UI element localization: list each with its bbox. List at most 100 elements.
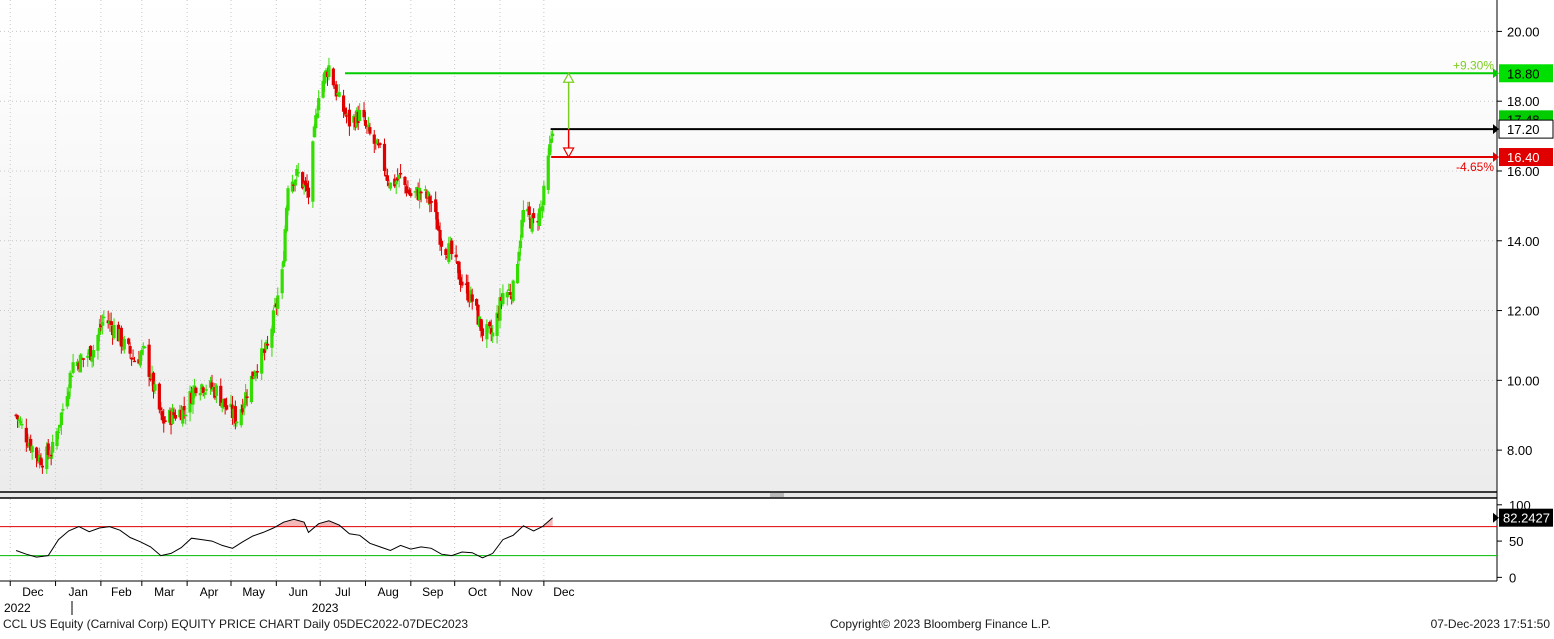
candle-body [40,465,44,468]
percent-label: -4.65% [1456,160,1494,174]
x-tick-label: May [242,585,265,599]
candle [271,307,275,337]
chart-canvas: 8.0010.0012.0014.0016.0018.0020.0017.481… [0,0,1554,615]
rsi-value-label: 82.2427 [1503,511,1550,526]
candle-body [480,328,485,336]
candle-body [122,339,126,350]
candle-body [398,172,403,175]
candle-body [491,332,495,337]
candle-body [214,385,218,396]
candle-body [388,182,392,189]
candle-body [542,185,546,206]
candle-body [521,209,525,223]
candle-body [358,109,362,121]
x-tick-label: Feb [111,585,132,599]
x-tick-label: Jan [69,585,88,599]
candle-body [249,375,254,403]
level-tag-label: 18.80 [1507,66,1540,81]
x-tick-label: Oct [468,585,487,599]
candle-body [551,133,555,137]
x-tick-label: Apr [200,585,219,599]
candle-body [51,441,55,453]
candle-body [409,193,413,196]
candle-body [70,375,74,378]
candle-body [505,291,509,298]
candle-body [317,98,321,111]
copyright-notice: Copyright© 2023 Bloomberg Finance L.P. [830,617,1051,631]
candle-body [153,384,157,391]
candle-body [296,171,300,174]
candle-body [532,213,536,219]
candle-body [204,389,208,391]
rsi-tick-label: 0 [1509,570,1516,585]
level-tag-label: 16.40 [1507,150,1540,165]
y-tick-label: 20.00 [1507,24,1540,39]
candle-body [20,423,24,426]
candle-body [501,293,505,305]
y-tick-label: 16.00 [1507,164,1540,179]
x-tick-label: Aug [377,585,398,599]
candle-body [439,240,444,247]
x-tick-label: Jul [335,585,350,599]
candle-body [159,407,163,411]
candle-body [306,187,311,198]
x-tick-label: Dec [22,585,43,599]
candle [249,375,254,404]
candle-body [450,240,454,255]
candle-body [235,421,239,424]
candle-body [368,127,372,134]
candle-body [265,343,270,346]
candle-body [382,143,387,172]
candle-body [255,371,259,373]
candle-body [276,295,280,309]
candle-body [132,360,137,363]
candle-body [147,344,151,377]
candle-body [163,420,167,422]
x-tick-label: Nov [511,585,532,599]
candle-body [225,405,229,410]
candle-body [59,412,64,426]
candle-body [337,92,341,97]
candle-body [56,431,61,434]
x-tick-label: Sep [422,585,444,599]
candle-body [511,280,515,302]
x-tick-label: Jun [289,585,308,599]
candle [311,140,315,208]
candle-body [527,206,531,216]
candle-body [419,191,423,194]
candle-body [347,109,352,127]
candle-body [470,294,474,302]
level-tag-label: 17.20 [1507,122,1540,137]
candle-body [71,362,75,373]
candle-body [286,188,290,211]
candle-body [61,409,65,411]
year-label: 2023 [312,601,339,615]
chart-description: CCL US Equity (Carnival Corp) EQUITY PRI… [3,617,469,631]
candle-body [112,324,116,339]
candle-body [143,346,147,349]
y-tick-label: 14.00 [1507,234,1540,249]
year-label: 2022 [4,601,31,615]
candle-body [403,176,407,186]
candle-body [198,393,202,396]
y-tick-label: 12.00 [1507,304,1540,319]
candle-body [128,346,132,354]
candle-body [518,240,523,248]
candle [511,279,515,303]
percent-label: +9.30% [1453,58,1494,72]
candle-body [394,181,398,185]
equity-price-chart: 8.0010.0012.0014.0016.0018.0020.0017.481… [0,0,1554,634]
candle-body [173,414,178,419]
rsi-tick-label: 50 [1509,534,1523,549]
candle-body [30,446,34,453]
candle-body [194,387,198,394]
candle-body [454,254,458,258]
candle-body [184,414,188,417]
panel-separator [0,492,1497,498]
candle-body [378,143,382,145]
candle-body [311,141,315,202]
candle-body [81,358,85,360]
candle-body [515,264,520,284]
candle-body [271,310,275,333]
candle-body [280,269,284,294]
